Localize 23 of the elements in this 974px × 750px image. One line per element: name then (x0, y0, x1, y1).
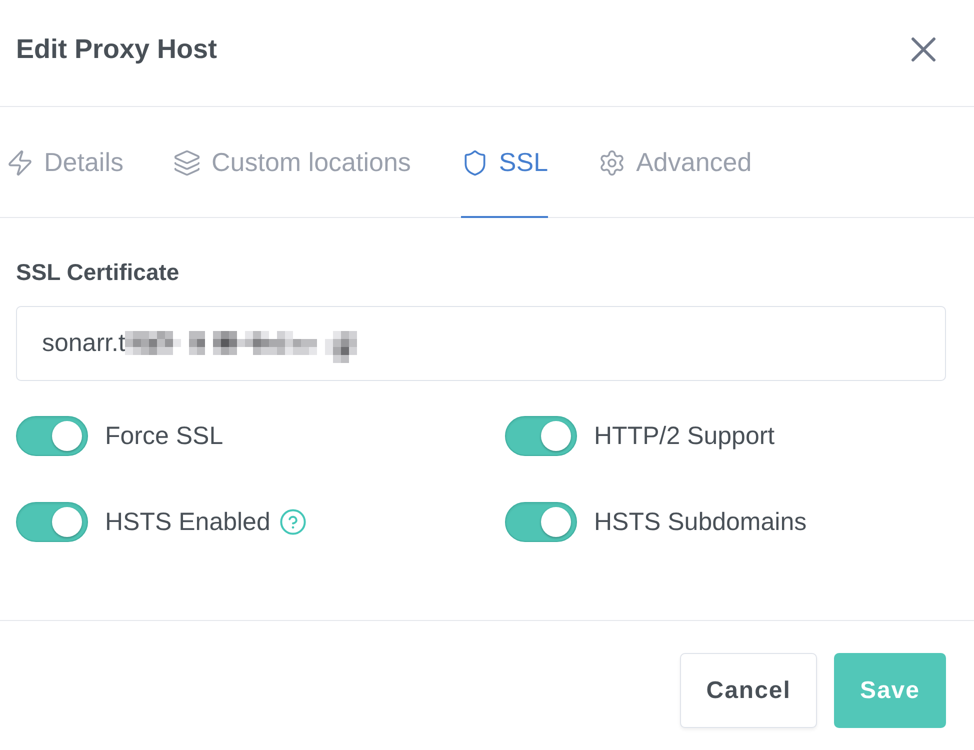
save-button[interactable]: Save (834, 653, 946, 728)
lightning-icon (6, 148, 34, 176)
tab[interactable]: SSL (460, 107, 548, 218)
switch-label: HTTP/2 Support (594, 422, 775, 450)
tab[interactable]: Details (6, 107, 124, 218)
layers-icon (173, 148, 202, 176)
toggle-switch[interactable] (16, 416, 88, 456)
close-icon (911, 36, 936, 62)
dialog-title: Edit Proxy Host (16, 34, 218, 64)
gear-icon (598, 148, 626, 176)
cancel-button[interactable]: Cancel (680, 653, 817, 728)
field-label: SSL Certificate (16, 258, 180, 286)
tab[interactable]: Advanced (598, 107, 752, 218)
switch-label: HSTS Subdomains (594, 508, 807, 536)
certificate-select-field[interactable]: sonarr.t (16, 306, 946, 381)
toggle-switch[interactable] (16, 502, 88, 542)
toggle-switch[interactable] (505, 416, 577, 456)
close-button[interactable] (911, 36, 936, 62)
tab[interactable]: Custom locations (173, 107, 411, 218)
switch-label: HSTS Enabled (105, 508, 270, 536)
toggle-switch[interactable] (505, 502, 577, 542)
switch-label: Force SSL (105, 422, 224, 450)
help-icon[interactable] (280, 509, 306, 535)
